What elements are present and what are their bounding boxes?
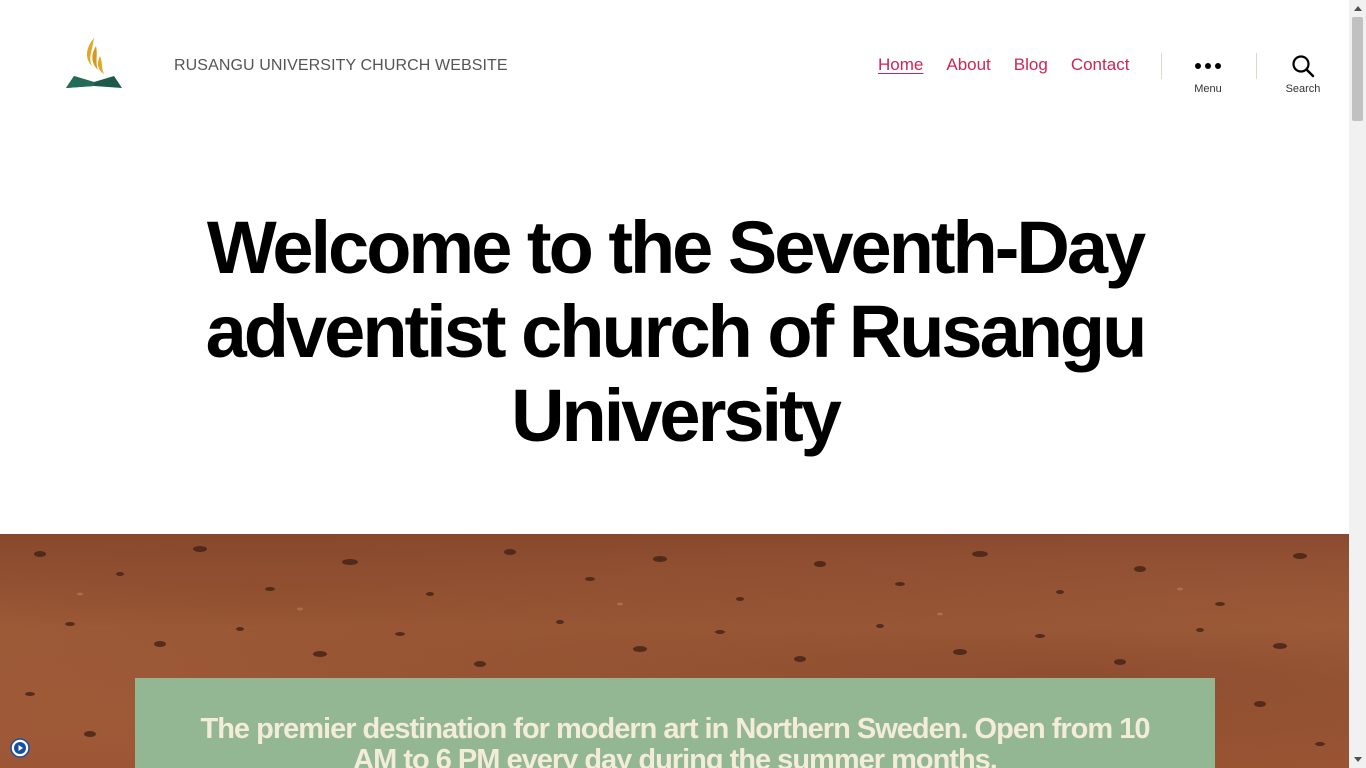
nav-home[interactable]: Home — [878, 55, 923, 75]
nav-about[interactable]: About — [946, 55, 990, 75]
cover-paragraph: The premier destination for modern art i… — [200, 713, 1151, 768]
cover-text-box: The premier destination for modern art i… — [135, 678, 1215, 768]
primary-nav: Home About Blog Contact — [878, 55, 1129, 75]
menu-label: Menu — [1194, 83, 1222, 95]
site-header: RUSANGU UNIVERSITY CHURCH WEBSITE Home A… — [0, 0, 1349, 132]
header-divider — [1256, 53, 1257, 79]
menu-toggle-button[interactable]: Menu — [1173, 52, 1243, 95]
vertical-scrollbar[interactable] — [1349, 0, 1366, 768]
accessibility-play-icon[interactable] — [10, 738, 30, 758]
nav-contact[interactable]: Contact — [1071, 55, 1130, 75]
site-logo[interactable] — [62, 36, 126, 92]
scroll-up-arrow-icon[interactable] — [1349, 0, 1366, 17]
search-toggle-button[interactable]: Search — [1268, 52, 1338, 95]
cover-image: The premier destination for modern art i… — [0, 534, 1349, 768]
scrollbar-thumb[interactable] — [1352, 17, 1363, 121]
scroll-down-arrow-icon[interactable] — [1349, 751, 1366, 768]
search-icon — [1268, 52, 1338, 80]
site-title[interactable]: RUSANGU UNIVERSITY CHURCH WEBSITE — [174, 57, 508, 75]
search-label: Search — [1285, 83, 1321, 95]
adventist-logo-icon — [66, 38, 122, 88]
more-dots-icon — [1173, 52, 1243, 80]
page-title: Welcome to the Seventh-Day adventist chu… — [205, 206, 1148, 457]
header-divider — [1161, 53, 1162, 79]
nav-blog[interactable]: Blog — [1014, 55, 1048, 75]
